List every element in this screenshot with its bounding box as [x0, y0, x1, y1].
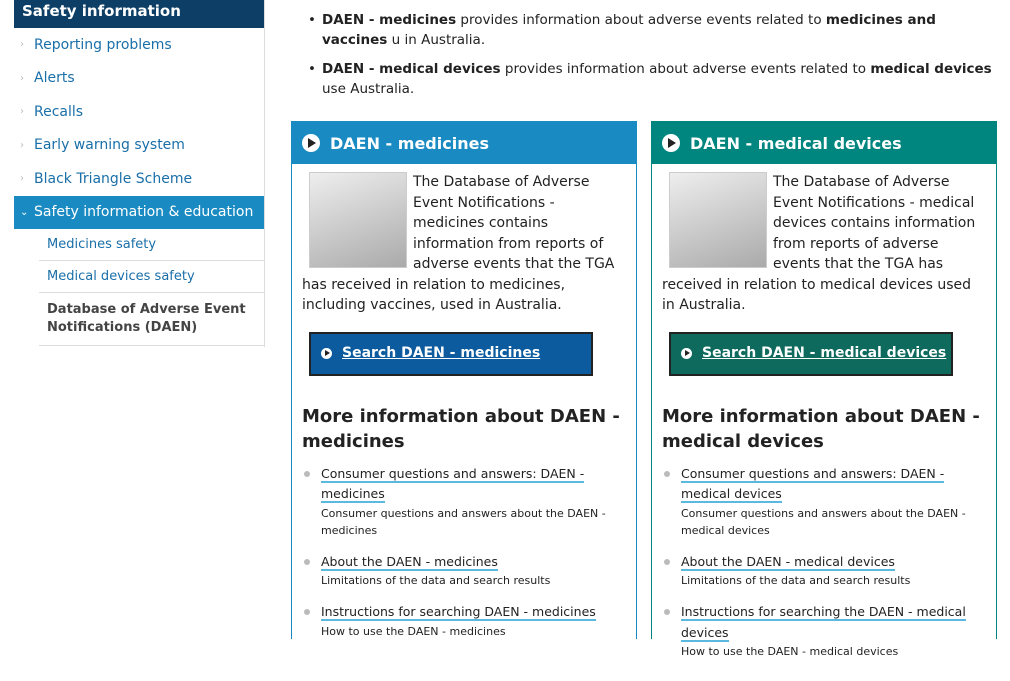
- panel-body: The Database of Adverse Event Notificati…: [292, 164, 636, 661]
- sidebar-nav: Safety information › Reporting problems ›…: [14, 0, 265, 347]
- more-info-list: Consumer questions and answers: DAEN - m…: [662, 464, 986, 661]
- sidebar-item-label: Alerts: [34, 70, 75, 87]
- more-info-item: About the DAEN - medical devices Limitati…: [662, 552, 986, 590]
- sidebar-subitem-daen[interactable]: Database of Adverse Event Notifications …: [39, 293, 264, 346]
- chevron-right-icon: ›: [20, 139, 24, 151]
- sidebar-subitem-medicines-safety[interactable]: Medicines safety: [39, 229, 264, 261]
- more-info-desc: How to use the DAEN - medical devices: [681, 645, 899, 658]
- daen-panel: DAEN - medical devices The Database of A…: [651, 121, 997, 658]
- sidebar-item-reporting-problems[interactable]: › Reporting problems: [14, 28, 264, 62]
- chevron-down-icon: ⌄: [20, 206, 29, 218]
- intro-text: in Australia.: [404, 32, 486, 48]
- more-info-item: About the DAEN - medicines Limitations of…: [302, 552, 626, 590]
- more-info-link[interactable]: About the DAEN - medical devices: [681, 553, 895, 571]
- panel-body: The Database of Adverse Event Notificati…: [652, 164, 996, 681]
- intro-text: u: [387, 32, 401, 48]
- intro-text: Australia.: [350, 81, 415, 97]
- intro-list: DAEN - medicines provides information ab…: [308, 10, 1003, 108]
- sidebar-subitem-devices-safety[interactable]: Medical devices safety: [39, 261, 264, 293]
- intro-item: DAEN - medicines provides information ab…: [308, 10, 1003, 50]
- more-info-link[interactable]: About the DAEN - medicines: [321, 553, 498, 571]
- sidebar-item-label: Reporting problems: [34, 36, 172, 53]
- play-circle-icon: [662, 134, 680, 152]
- more-info-desc: Limitations of the data and search resul…: [681, 574, 911, 587]
- more-info-item: Instructions for searching the DAEN - me…: [662, 602, 986, 660]
- panel-title: DAEN - medical devices: [690, 133, 902, 153]
- intro-item: DAEN - medical devices provides informat…: [308, 59, 1003, 99]
- more-info-desc: Consumer questions and answers about the…: [681, 506, 966, 537]
- sidebar-item-early-warning[interactable]: › Early warning system: [14, 129, 264, 163]
- medical-devices-photo: [669, 172, 767, 268]
- sidebar-item-label: Black Triangle Scheme: [34, 170, 193, 187]
- intro-bold: DAEN - medicines: [322, 12, 457, 28]
- chevron-right-icon: ›: [20, 72, 24, 84]
- more-info-link[interactable]: Instructions for searching DAEN - medici…: [321, 604, 596, 621]
- search-daen-button[interactable]: Search DAEN - medicines: [309, 331, 593, 376]
- sidebar-title: Safety information: [14, 0, 264, 28]
- more-info-desc: Consumer questions and answers about the…: [321, 506, 606, 537]
- sidebar-item-black-triangle[interactable]: › Black Triangle Scheme: [14, 162, 264, 196]
- more-info-desc: Limitations of the data and search resul…: [321, 574, 551, 587]
- play-circle-icon: [302, 134, 320, 152]
- more-info-heading: More information about DAEN - medicines: [302, 405, 620, 452]
- intro-text: use: [322, 81, 346, 97]
- more-info-heading: More information about DAEN - medical de…: [662, 405, 980, 452]
- more-info-item: Instructions for searching DAEN - medici…: [302, 602, 626, 640]
- search-daen-button[interactable]: Search DAEN - medical devices: [669, 331, 953, 376]
- more-info-desc: How to use the DAEN - medicines: [321, 624, 506, 638]
- chevron-right-icon: ›: [20, 39, 24, 51]
- sidebar-item-label: Safety information & education: [34, 204, 254, 221]
- more-info-item: Consumer questions and answers: DAEN - m…: [302, 464, 626, 539]
- intro-bold: DAEN - medical devices: [322, 61, 501, 77]
- chevron-right-icon: ›: [20, 106, 24, 118]
- more-info-link[interactable]: Consumer questions and answers: DAEN - m…: [681, 465, 945, 503]
- panel-header: DAEN - medicines: [292, 122, 636, 164]
- button-label: Search DAEN - medical devices: [702, 345, 947, 362]
- sidebar-item-label: Recalls: [34, 103, 84, 120]
- play-circle-icon: [321, 348, 332, 359]
- button-label: Search DAEN - medicines: [342, 345, 541, 362]
- more-info-link[interactable]: Instructions for searching the DAEN - me…: [681, 604, 966, 642]
- more-info-item: Consumer questions and answers: DAEN - m…: [662, 464, 986, 539]
- pills-photo: [309, 172, 407, 268]
- sidebar-item-label: Early warning system: [34, 137, 185, 154]
- daen-panel: DAEN - medicines The Database of Adverse…: [291, 121, 637, 639]
- play-circle-icon: [681, 348, 692, 359]
- sidebar-item-alerts[interactable]: › Alerts: [14, 62, 264, 96]
- sidebar-item-recalls[interactable]: › Recalls: [14, 95, 264, 129]
- more-info-list: Consumer questions and answers: DAEN - m…: [302, 464, 626, 640]
- more-info-link[interactable]: Consumer questions and answers: DAEN - m…: [321, 465, 585, 503]
- intro-text: provides information about adverse event…: [456, 12, 826, 28]
- chevron-right-icon: ›: [20, 173, 24, 185]
- intro-text: provides information about adverse event…: [500, 61, 871, 77]
- panel-title: DAEN - medicines: [330, 133, 489, 153]
- intro-bold: medical devices: [870, 61, 992, 77]
- panel-header: DAEN - medical devices: [652, 122, 996, 164]
- sidebar-item-safety-education[interactable]: ⌄ Safety information & education: [14, 195, 264, 229]
